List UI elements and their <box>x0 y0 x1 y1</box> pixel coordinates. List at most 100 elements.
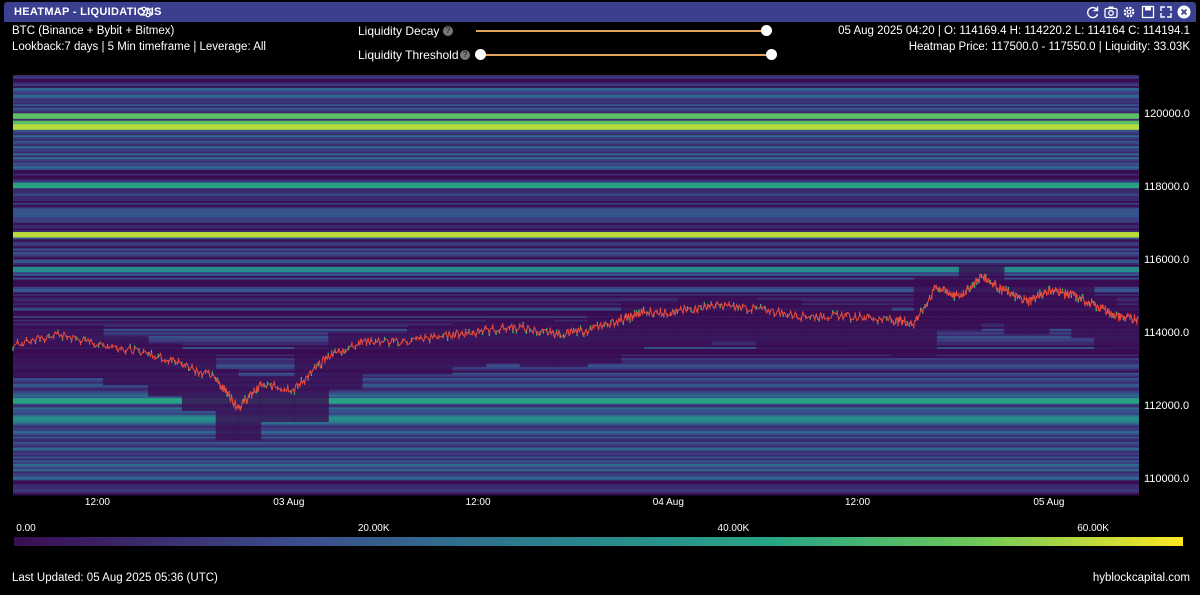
heatmap-band <box>13 469 1139 472</box>
heatmap-band <box>13 443 1139 446</box>
heatmap-band <box>13 199 1139 202</box>
heatmap-band <box>13 84 1139 87</box>
swept-zone <box>846 306 892 353</box>
liquidity-decay-label: Liquidity Decay <box>358 24 440 38</box>
threshold-help-icon[interactable]: ? <box>460 50 470 60</box>
heatmap-band <box>13 151 1139 154</box>
heatmap-band <box>13 184 1139 187</box>
y-tick-label: 114000.0 <box>1144 327 1190 340</box>
heatmap-band <box>13 80 1139 83</box>
swept-zone <box>452 321 487 368</box>
colorbar <box>14 537 1183 546</box>
heatmap-band <box>13 182 1139 185</box>
heatmap-band <box>13 456 1139 459</box>
heatmap-band <box>13 76 1139 79</box>
heatmap-band <box>13 106 1139 109</box>
threshold-knob-start[interactable] <box>475 49 486 60</box>
decay-help-icon[interactable]: ? <box>443 26 453 36</box>
heatmap-band <box>13 482 1139 485</box>
heatmap-band <box>13 257 1139 260</box>
heatmap-band <box>13 255 1139 258</box>
heatmap-band <box>13 230 1139 233</box>
heatmap-band <box>13 471 1139 474</box>
heatmap-band <box>13 197 1139 200</box>
swept-zone <box>181 354 217 411</box>
save-icon[interactable] <box>1141 5 1155 19</box>
x-tick-label: 04 Aug <box>652 497 684 508</box>
swept-zone <box>587 310 622 364</box>
heatmap-band <box>13 243 1139 246</box>
heatmap-band <box>13 171 1139 174</box>
heatmap-band <box>13 153 1139 156</box>
heatmap-band <box>13 180 1139 184</box>
heatmap-band <box>13 222 1139 226</box>
heatmap-band <box>13 440 1139 443</box>
heatmap-band <box>13 155 1139 158</box>
heatmap-band <box>13 133 1139 136</box>
heatmap-band <box>13 215 1139 218</box>
heatmap-band <box>13 235 1139 238</box>
heatmap-band <box>13 210 1139 213</box>
decay-track[interactable] <box>476 30 772 32</box>
heatmap-band <box>13 78 1139 81</box>
heatmap-band <box>13 438 1139 441</box>
heatmap-band <box>13 117 1139 120</box>
refresh-icon[interactable] <box>1086 5 1100 19</box>
swept-zone <box>621 303 645 353</box>
heatmap-band <box>13 219 1139 222</box>
heatmap-band <box>13 111 1139 114</box>
symbol-info: BTC (Binance + Bybit + Bitmex) <box>12 25 175 37</box>
brand-link[interactable]: hyblockcapital.com <box>1093 572 1190 584</box>
swept-zone <box>519 317 554 368</box>
heatmap-band <box>13 423 1139 426</box>
heatmap-band <box>13 221 1139 224</box>
heatmap-band <box>13 226 1139 229</box>
close-icon[interactable] <box>1177 5 1191 19</box>
window-titlebar: HEATMAP - LIQUIDATIONS <box>4 2 1196 22</box>
swept-zone <box>1093 295 1117 349</box>
heatmap-band <box>13 253 1139 257</box>
heatmap-band <box>13 429 1139 432</box>
heatmap-band <box>13 137 1139 140</box>
heatmap-band <box>13 213 1139 216</box>
decay-knob[interactable] <box>761 25 772 36</box>
heatmap-band <box>13 248 1139 251</box>
heatmap-band <box>13 140 1139 143</box>
threshold-track[interactable] <box>476 54 772 56</box>
heatmap-band <box>13 87 1139 90</box>
heatmap-band <box>13 115 1139 118</box>
x-tick-label: 12:00 <box>465 497 491 508</box>
settings-icon[interactable] <box>1122 5 1136 19</box>
y-tick-label: 110000.0 <box>1144 473 1190 486</box>
camera-icon[interactable] <box>1104 5 1118 19</box>
heatmap-band <box>13 164 1139 167</box>
colorbar-tick-label: 60.00K <box>1077 523 1109 534</box>
heatmap-band <box>13 85 1139 89</box>
heatmap-band <box>13 241 1139 244</box>
x-tick-label: 12:00 <box>844 497 871 508</box>
heatmap-band <box>13 484 1139 487</box>
swept-zone <box>260 376 295 422</box>
swept-zone <box>148 343 183 397</box>
swept-zone <box>801 306 847 349</box>
filter-icon[interactable] <box>139 6 153 18</box>
heatmap-band <box>13 462 1139 465</box>
heatmap-band <box>13 454 1139 457</box>
heatmap-band <box>13 264 1139 268</box>
heatmap-band <box>13 201 1139 204</box>
heatmap-band <box>13 493 1139 496</box>
heatmap-band <box>13 169 1139 173</box>
heatmap-band <box>13 195 1139 198</box>
heatmap-band <box>13 159 1139 162</box>
heatmap-band <box>13 148 1139 151</box>
heatmap-band <box>13 478 1139 481</box>
heatmap-band <box>13 75 1139 78</box>
heatmap-band <box>13 126 1139 129</box>
heatmap-band <box>13 177 1139 180</box>
heatmap-band <box>13 204 1139 207</box>
heatmap-band <box>13 491 1139 494</box>
threshold-knob-end[interactable] <box>766 49 777 60</box>
expand-icon[interactable] <box>1159 5 1173 19</box>
heatmap-band <box>13 89 1139 92</box>
heatmap-band <box>13 425 1139 428</box>
